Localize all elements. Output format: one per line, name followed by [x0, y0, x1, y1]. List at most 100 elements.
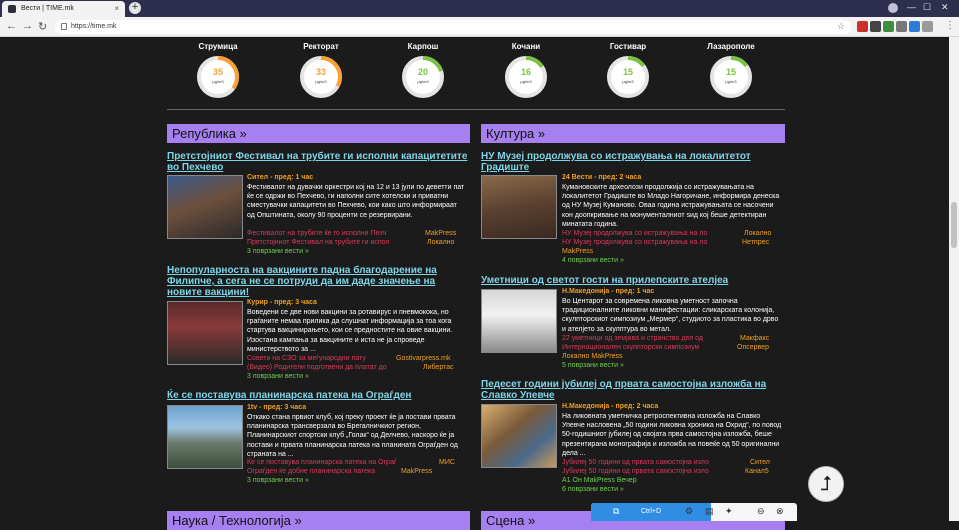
- close-window-button[interactable]: ✕: [941, 2, 949, 13]
- section-header-republika[interactable]: Република »: [167, 124, 470, 143]
- article-source[interactable]: Н.Македонија - пред: 1 час: [562, 288, 654, 295]
- article-title[interactable]: Непопуларноста на вакцините падна благод…: [167, 265, 470, 298]
- related-source[interactable]: Либертас: [423, 364, 454, 371]
- more-related-link[interactable]: 3 поврзани вести »: [247, 477, 309, 484]
- article-source[interactable]: 1tv - пред: 3 часа: [247, 404, 306, 411]
- related-link[interactable]: Јубилеј 50 години од првата самостојна и…: [562, 468, 709, 475]
- extension-icon[interactable]: [883, 21, 894, 32]
- pdf-icon[interactable]: ▤: [705, 506, 714, 517]
- related-source[interactable]: Макфакс: [740, 335, 769, 342]
- aqi-city: Ректорат: [303, 42, 339, 51]
- related-source[interactable]: А1 Он MakPress Вечер: [562, 477, 637, 484]
- more-related-link[interactable]: 5 поврзани вести »: [562, 362, 624, 369]
- browser-menu-icon[interactable]: ⋮: [945, 20, 955, 31]
- related-link[interactable]: Претстојниот Фестивал на трубите ги испо…: [247, 239, 389, 246]
- browser-toolbar: ← → ↻ https://time.mk ☆ ⋮: [0, 17, 959, 37]
- related-link[interactable]: Совети на СЗО за меѓународни пату: [247, 355, 366, 362]
- related-source[interactable]: MakPress: [425, 230, 456, 237]
- minimize-button[interactable]: —: [907, 2, 916, 12]
- section-header-kultura[interactable]: Култура »: [481, 124, 785, 143]
- article-thumbnail[interactable]: [167, 301, 243, 365]
- extension-icon[interactable]: [896, 21, 907, 32]
- more-related-link[interactable]: 3 поврзани вести »: [247, 373, 309, 380]
- related-link[interactable]: Фестивалот на трубите ќе го исполни Пехч: [247, 230, 386, 237]
- related-link[interactable]: Јубилеј 50 години од првата самостојна и…: [562, 459, 709, 466]
- related-source[interactable]: MakPress: [562, 248, 593, 255]
- article-snippet: Фестивалот на дувачки оркестри кој на 12…: [247, 184, 465, 219]
- reload-button[interactable]: ↻: [38, 20, 47, 33]
- related-source[interactable]: Локално: [427, 239, 454, 246]
- profile-avatar[interactable]: [888, 3, 898, 13]
- article-title[interactable]: Претстојниот Фестивал на трубите ги испо…: [167, 151, 470, 173]
- related-source[interactable]: Локално: [744, 230, 771, 237]
- screenshot-toolbar: ⧉ Ctrl+D ⚙ ▤ ✦ ⊖ ⊗: [591, 503, 797, 521]
- article-thumbnail[interactable]: [481, 404, 557, 468]
- settings-icon[interactable]: ⚙: [685, 506, 693, 517]
- extension-icon[interactable]: [909, 21, 920, 32]
- related-source[interactable]: Опсервер: [737, 344, 769, 351]
- bookmark-star-icon[interactable]: ☆: [837, 21, 845, 32]
- related-link[interactable]: Интернационален скулпторски симпозиум: [562, 344, 699, 351]
- related-link[interactable]: (Видео) Родители подготвени да платат до: [247, 364, 387, 371]
- related-link[interactable]: 22 уметници од земјава и странство дел о…: [562, 335, 703, 342]
- page-scrollbar[interactable]: [949, 37, 959, 521]
- aqi-gauge[interactable]: Лазарополе 15 μg/m3: [696, 42, 766, 99]
- related-link[interactable]: Ќе се поставува планинарска патека на Ог…: [247, 459, 396, 466]
- maximize-button[interactable]: ☐: [923, 2, 931, 13]
- article-source[interactable]: Н.Македонија - пред: 2 часа: [562, 403, 658, 410]
- related-source[interactable]: Канал5: [745, 468, 769, 475]
- aqi-unit: μg/m3: [212, 79, 224, 84]
- back-button[interactable]: ←: [6, 20, 17, 32]
- scroll-to-top-button[interactable]: ⮥: [808, 466, 844, 502]
- related-source[interactable]: Gostivarpress.mk: [396, 355, 450, 362]
- extension-icon[interactable]: [922, 21, 933, 32]
- more-related-link[interactable]: 3 поврзани вести »: [247, 248, 309, 255]
- article-source[interactable]: Курир - пред: 3 часа: [247, 299, 317, 306]
- article-thumbnail[interactable]: [167, 175, 243, 239]
- new-tab-button[interactable]: +: [129, 2, 141, 14]
- aqi-unit: μg/m3: [622, 79, 634, 84]
- related-link[interactable]: НУ Музеј продолжува со истражувања на ло: [562, 239, 707, 246]
- article-snippet: Откако стана првиот клуб, кој преку прое…: [247, 414, 458, 458]
- article-title[interactable]: Уметници од светот гости на прилепските …: [481, 275, 785, 286]
- related-source[interactable]: МИС: [439, 459, 455, 466]
- more-related-link[interactable]: 6 поврзани вести »: [562, 486, 624, 493]
- zoom-out-icon[interactable]: ⊖: [757, 506, 765, 517]
- aqi-gauge[interactable]: Гостивар 15 μg/m3: [593, 42, 663, 99]
- article-source[interactable]: 24 Вести - пред: 2 часа: [562, 174, 641, 181]
- aqi-ring-svg: [505, 56, 547, 98]
- tab-strip: Вести | TIME.mk × + — ☐ ✕: [0, 0, 959, 17]
- aqi-ring: 15 μg/m3: [709, 55, 753, 99]
- more-related-link[interactable]: 4 поврзани вести »: [562, 257, 624, 264]
- article-thumbnail[interactable]: [167, 405, 243, 469]
- aqi-ring: 20 μg/m3: [401, 55, 445, 99]
- magic-icon[interactable]: ✦: [725, 506, 733, 517]
- article-title[interactable]: Ќе се поставува планинарска патека на Ог…: [167, 390, 470, 401]
- tab-active[interactable]: Вести | TIME.mk ×: [2, 1, 125, 17]
- related-source[interactable]: Сител: [750, 459, 770, 466]
- article-title[interactable]: Педесет години јубилеј од првата самосто…: [481, 379, 785, 401]
- aqi-gauge[interactable]: Струмица 35 μg/m3: [183, 42, 253, 99]
- related-source[interactable]: MakPress: [401, 468, 432, 475]
- scrollbar-thumb[interactable]: [951, 202, 957, 248]
- address-bar[interactable]: https://time.mk ☆: [55, 20, 851, 34]
- article-source[interactable]: Сител - пред: 1 час: [247, 174, 313, 181]
- close-icon[interactable]: ⊗: [776, 506, 784, 517]
- forward-button[interactable]: →: [22, 20, 33, 32]
- related-source[interactable]: Локално MakPress: [562, 353, 623, 360]
- related-link[interactable]: НУ Музеј продолжува со истражувања на ло: [562, 230, 707, 237]
- related-link[interactable]: Ограѓден ќе добие планинарска патека: [247, 468, 375, 475]
- article-thumbnail[interactable]: [481, 289, 557, 353]
- aqi-unit: μg/m3: [315, 79, 327, 84]
- aqi-city: Карпош: [407, 42, 439, 51]
- tab-close-icon[interactable]: ×: [114, 4, 119, 13]
- article-title[interactable]: НУ Музеј продолжува со истражувања на ло…: [481, 151, 785, 173]
- aqi-gauge[interactable]: Ректорат 33 μg/m3: [286, 42, 356, 99]
- related-source[interactable]: Нетпрес: [742, 239, 769, 246]
- aqi-gauge[interactable]: Карпош 20 μg/m3: [388, 42, 458, 99]
- aqi-gauge[interactable]: Кочани 16 μg/m3: [491, 42, 561, 99]
- extension-icon[interactable]: [857, 21, 868, 32]
- extension-icon[interactable]: [870, 21, 881, 32]
- article-thumbnail[interactable]: [481, 175, 557, 239]
- crop-icon[interactable]: ⧉: [613, 506, 619, 517]
